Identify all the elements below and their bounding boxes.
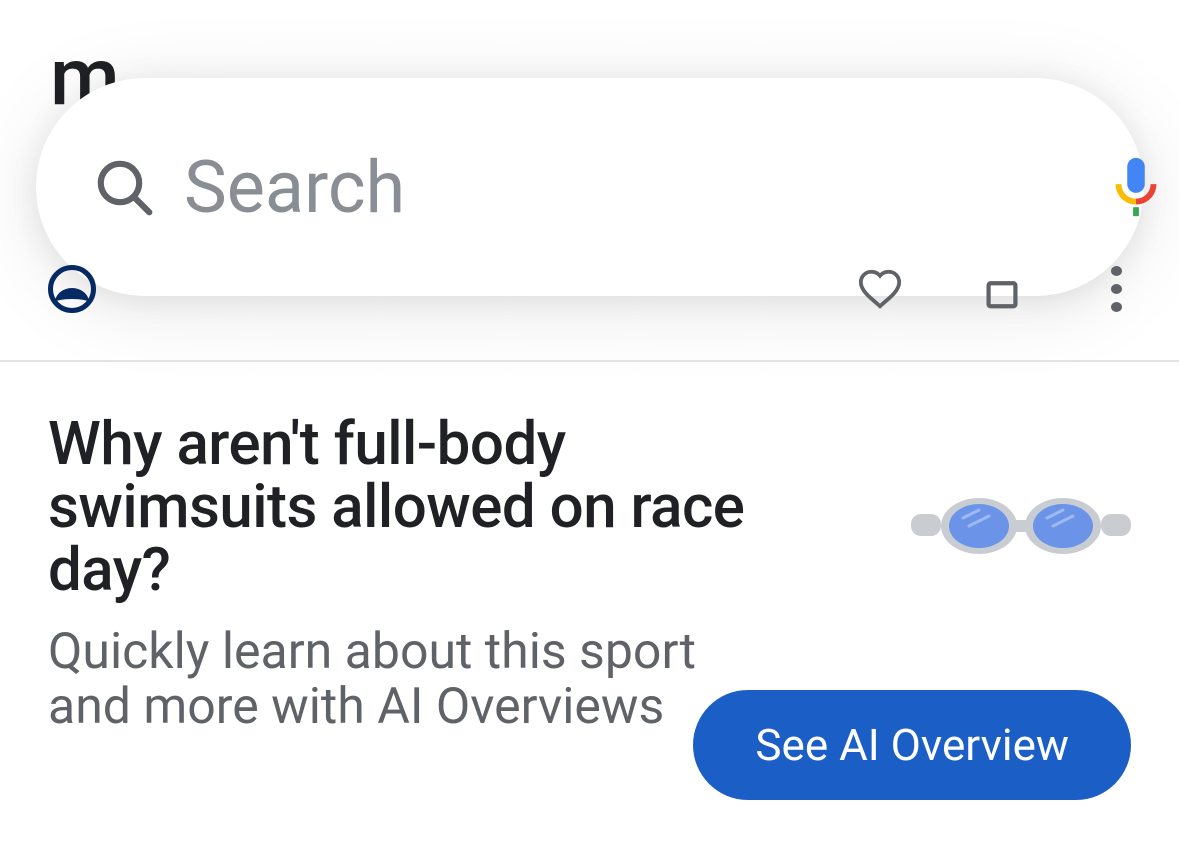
see-ai-overview-button[interactable]: See AI Overview xyxy=(693,690,1131,800)
ai-overview-card: Why aren't full-body swimsuits allowed o… xyxy=(48,412,1131,735)
guardian-favicon xyxy=(48,265,96,313)
section-divider xyxy=(0,360,1179,362)
favorite-icon[interactable] xyxy=(857,266,903,312)
mic-icon[interactable] xyxy=(1101,152,1171,222)
ai-overview-heading: Why aren't full-body swimsuits allowed o… xyxy=(48,412,768,601)
share-icon[interactable] xyxy=(979,266,1025,312)
more-options-icon[interactable] xyxy=(1101,266,1131,312)
search-input[interactable] xyxy=(182,144,1101,231)
goggles-icon xyxy=(911,492,1131,562)
search-icon xyxy=(92,155,156,219)
ai-overview-subtitle: Quickly learn about this sport and more … xyxy=(48,625,748,735)
result-source-row xyxy=(48,263,1131,315)
